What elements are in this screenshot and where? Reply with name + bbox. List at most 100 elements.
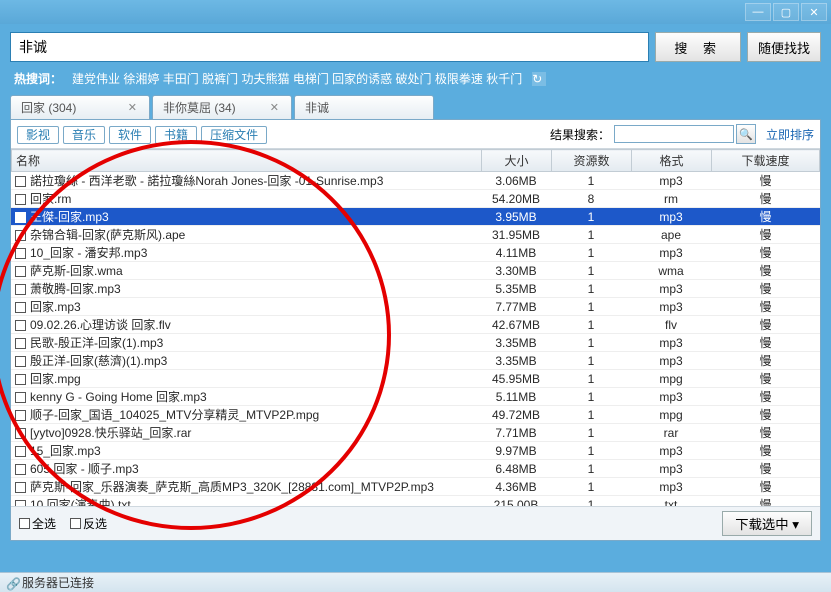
cell-fmt: mp3 (631, 460, 711, 478)
cell-spd: 慢 (711, 190, 820, 208)
tab[interactable]: 非你莫屈 (34)✕ (152, 95, 292, 119)
cell-src: 1 (551, 388, 631, 406)
row-checkbox[interactable] (15, 176, 26, 187)
cell-src: 1 (551, 442, 631, 460)
table-row[interactable]: 605.回家 - 顺子.mp36.48MB1mp3慢 (11, 460, 820, 478)
cell-size: 3.95MB (481, 208, 551, 226)
table-row[interactable]: 諾拉瓊絲 - 西洋老歌 - 諾拉瓊絲Norah Jones-回家 -01-Sun… (11, 172, 820, 190)
row-checkbox[interactable] (15, 284, 26, 295)
search-input[interactable] (10, 32, 649, 62)
col-sources[interactable]: 资源数 (552, 150, 632, 172)
table-row[interactable]: 09.02.26.心理访谈 回家.flv42.67MB1flv慢 (11, 316, 820, 334)
hot-keyword[interactable]: 极限拳速 (435, 72, 483, 86)
cell-fmt: mp3 (631, 280, 711, 298)
hot-keyword[interactable]: 丰田门 (163, 72, 199, 86)
tab-label: 非诚 (305, 99, 329, 116)
table-row[interactable]: 民歌-殷正洋-回家(1).mp33.35MB1mp3慢 (11, 334, 820, 352)
cell-spd: 慢 (711, 388, 820, 406)
tab[interactable]: 非诚 (294, 95, 434, 119)
cell-src: 1 (551, 334, 631, 352)
file-name: 諾拉瓊絲 - 西洋老歌 - 諾拉瓊絲Norah Jones-回家 -01-Sun… (30, 174, 383, 188)
filter-chip[interactable]: 影视 (17, 126, 59, 144)
row-checkbox[interactable] (15, 410, 26, 421)
tab[interactable]: 回家 (304) ✕ (10, 95, 150, 119)
col-size[interactable]: 大小 (482, 150, 552, 172)
results-scroll[interactable]: 諾拉瓊絲 - 西洋老歌 - 諾拉瓊絲Norah Jones-回家 -01-Sun… (11, 172, 820, 532)
filter-chip[interactable]: 书籍 (155, 126, 197, 144)
row-checkbox[interactable] (15, 266, 26, 277)
cell-size: 5.11MB (481, 388, 551, 406)
row-checkbox[interactable] (15, 248, 26, 259)
table-row[interactable]: 10_回家 - 潘安邦.mp34.11MB1mp3慢 (11, 244, 820, 262)
row-checkbox[interactable] (15, 464, 26, 475)
hot-keyword[interactable]: 功夫熊猫 (241, 72, 289, 86)
cell-src: 1 (551, 478, 631, 496)
row-checkbox[interactable] (15, 392, 26, 403)
hot-keyword[interactable]: 秋千门 (486, 72, 522, 86)
hot-keyword[interactable]: 回家的诱惑 (332, 72, 392, 86)
minimize-button[interactable]: — (745, 3, 771, 21)
col-format[interactable]: 格式 (632, 150, 712, 172)
row-checkbox[interactable] (15, 302, 26, 313)
tab-label: 回家 (304) (21, 99, 76, 116)
cell-spd: 慢 (711, 370, 820, 388)
table-row[interactable]: 萧敬腾-回家.mp35.35MB1mp3慢 (11, 280, 820, 298)
table-row[interactable]: 回家.mp37.77MB1mp3慢 (11, 298, 820, 316)
cell-size: 3.35MB (481, 334, 551, 352)
table-row[interactable]: 王傑-回家.mp33.95MB1mp3慢 (11, 208, 820, 226)
col-speed[interactable]: 下载速度 (712, 150, 820, 172)
cell-fmt: mp3 (631, 334, 711, 352)
search-button[interactable]: 搜 索 (655, 32, 741, 62)
table-row[interactable]: kenny G - Going Home 回家.mp35.11MB1mp3慢 (11, 388, 820, 406)
row-checkbox[interactable] (15, 356, 26, 367)
file-name: 回家.mpg (30, 372, 81, 386)
table-row[interactable]: 萨克斯-回家_乐器演奏_萨克斯_高质MP3_320K_[28881.com]_M… (11, 478, 820, 496)
cell-size: 7.71MB (481, 424, 551, 442)
result-search-input[interactable] (614, 125, 734, 143)
filter-chip[interactable]: 压缩文件 (201, 126, 267, 144)
result-search-button[interactable]: 🔍 (736, 124, 756, 144)
table-row[interactable]: 顺子-回家_国语_104025_MTV分享精灵_MTVP2P.mpg49.72M… (11, 406, 820, 424)
sort-link[interactable]: 立即排序 (766, 126, 814, 143)
row-checkbox[interactable] (15, 212, 26, 223)
hot-keyword[interactable]: 破处门 (396, 72, 432, 86)
table-row[interactable]: 15_回家.mp39.97MB1mp3慢 (11, 442, 820, 460)
close-button[interactable]: ✕ (801, 3, 827, 21)
table-row[interactable]: 杂锦合辑-回家(萨克斯风).ape31.95MB1ape慢 (11, 226, 820, 244)
row-checkbox[interactable] (15, 482, 26, 493)
maximize-button[interactable]: ▢ (773, 3, 799, 21)
hot-keyword[interactable]: 电梯门 (293, 72, 329, 86)
cell-fmt: mp3 (631, 244, 711, 262)
hot-keyword[interactable]: 建党伟业 (72, 72, 120, 86)
file-name: 萧敬腾-回家.mp3 (30, 282, 121, 296)
filter-chip[interactable]: 音乐 (63, 126, 105, 144)
select-all-checkbox[interactable]: 全选 (19, 515, 56, 532)
table-row[interactable]: 殷正洋-回家(慈濟)(1).mp33.35MB1mp3慢 (11, 352, 820, 370)
row-checkbox[interactable] (15, 338, 26, 349)
download-selected-button[interactable]: 下载选中 ▾ (722, 511, 812, 536)
table-row[interactable]: 萨克斯-回家.wma3.30MB1wma慢 (11, 262, 820, 280)
cell-fmt: mp3 (631, 208, 711, 226)
cell-spd: 慢 (711, 406, 820, 424)
row-checkbox[interactable] (15, 194, 26, 205)
filter-chip[interactable]: 软件 (109, 126, 151, 144)
refresh-icon[interactable]: ↻ (532, 72, 546, 86)
row-checkbox[interactable] (15, 374, 26, 385)
row-checkbox[interactable] (15, 428, 26, 439)
table-row[interactable]: [yytvo]0928.快乐驿站_回家.rar7.71MB1rar慢 (11, 424, 820, 442)
row-checkbox[interactable] (15, 320, 26, 331)
results-header: 名称 大小 资源数 格式 下载速度 (11, 149, 820, 172)
file-name: 回家.rm (30, 192, 71, 206)
random-search-button[interactable]: 随便找找 (747, 32, 821, 62)
invert-selection-checkbox[interactable]: 反选 (70, 515, 107, 532)
table-row[interactable]: 回家.rm54.20MB8rm慢 (11, 190, 820, 208)
tab-close-icon[interactable]: ✕ (126, 101, 139, 114)
cell-size: 6.48MB (481, 460, 551, 478)
row-checkbox[interactable] (15, 446, 26, 457)
hot-keyword[interactable]: 徐湘婷 (123, 72, 159, 86)
col-name[interactable]: 名称 (12, 150, 482, 172)
hot-keyword[interactable]: 脱裤门 (202, 72, 238, 86)
row-checkbox[interactable] (15, 230, 26, 241)
table-row[interactable]: 回家.mpg45.95MB1mpg慢 (11, 370, 820, 388)
tab-close-icon[interactable]: ✕ (268, 101, 281, 114)
